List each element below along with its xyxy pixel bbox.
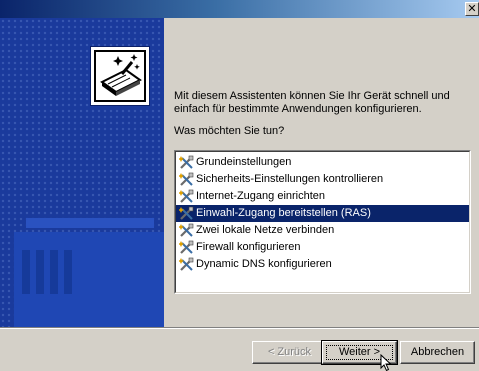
list-item-label: Einwahl-Zugang bereitstellen (RAS) — [196, 207, 371, 219]
options-listbox[interactable]: Grundeinstellungen Sicherheits-Einstellun… — [174, 150, 471, 294]
banner-stripe — [22, 250, 30, 294]
router-wand-icon — [94, 50, 146, 102]
wizard-content: Mit diesem Assistenten können Sie Ihr Ge… — [164, 18, 479, 327]
list-item[interactable]: Einwahl-Zugang bereitstellen (RAS) — [176, 205, 469, 222]
tools-icon — [178, 223, 194, 238]
list-item[interactable]: Grundeinstellungen — [176, 154, 469, 171]
banner-stripe — [36, 250, 44, 294]
list-item[interactable]: Internet-Zugang einrichten — [176, 188, 469, 205]
list-item[interactable]: Firewall konfigurieren — [176, 239, 469, 256]
wizard-side-banner — [0, 18, 164, 327]
title-bar[interactable]: ✕ — [0, 0, 479, 18]
list-item-label: Internet-Zugang einrichten — [196, 190, 326, 202]
back-button[interactable]: < Zurück — [252, 341, 327, 364]
tools-icon — [178, 240, 194, 255]
list-item[interactable]: Sicherheits-Einstellungen kontrollieren — [176, 171, 469, 188]
list-item-label: Dynamic DNS konfigurieren — [196, 258, 332, 270]
list-item-label: Sicherheits-Einstellungen kontrollieren — [196, 173, 384, 185]
list-item-label: Grundeinstellungen — [196, 156, 292, 168]
button-separator — [0, 327, 479, 329]
tools-icon — [178, 189, 194, 204]
cancel-button[interactable]: Abbrechen — [400, 341, 475, 364]
wizard-window: ✕ Mit diesem Assistenten können Sie Ihr … — [0, 0, 479, 371]
wizard-logo — [90, 46, 150, 106]
tools-icon — [178, 257, 194, 272]
banner-stripe — [50, 250, 58, 294]
mouse-pointer-icon — [380, 354, 392, 371]
banner-device-top — [26, 218, 154, 228]
intro-text: Mit diesem Assistenten können Sie Ihr Ge… — [174, 90, 450, 115]
question-label: Was möchten Sie tun? — [174, 125, 285, 137]
list-item[interactable]: Dynamic DNS konfigurieren — [176, 256, 469, 273]
banner-stripe — [64, 250, 72, 294]
list-item-label: Firewall konfigurieren — [196, 241, 301, 253]
options-list: Grundeinstellungen Sicherheits-Einstellun… — [175, 151, 470, 293]
tools-icon — [178, 155, 194, 170]
close-button[interactable]: ✕ — [465, 2, 479, 16]
tools-icon — [178, 172, 194, 187]
list-item-label: Zwei lokale Netze verbinden — [196, 224, 335, 236]
tools-icon — [178, 206, 194, 221]
list-item[interactable]: Zwei lokale Netze verbinden — [176, 222, 469, 239]
